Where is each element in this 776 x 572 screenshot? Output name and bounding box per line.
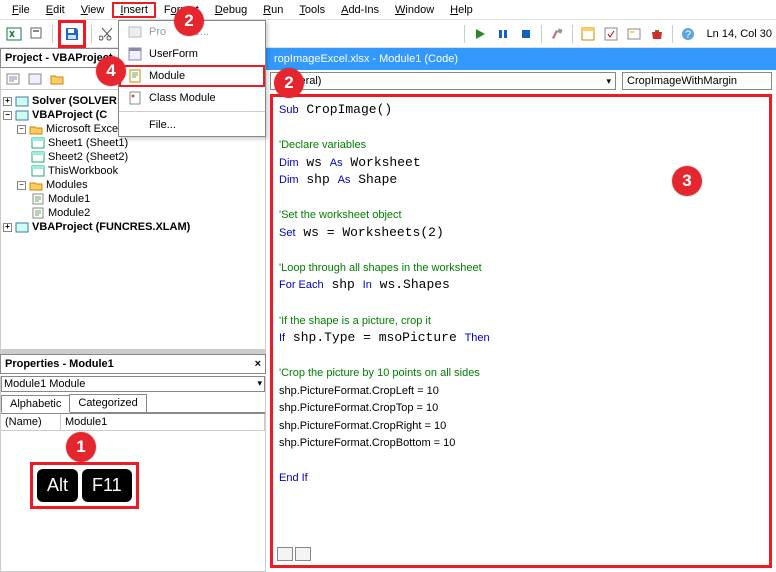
properties-panel: Properties - Module1 × Module1 Module ▾ … [0,350,266,572]
view-obj-icon[interactable] [25,69,45,89]
properties-object-select[interactable]: Module1 Module ▾ [1,376,265,392]
properties-grid: (Name)Module1 [1,413,265,431]
prj-explorer-icon[interactable] [578,24,598,44]
menu-edit[interactable]: Edit [38,2,73,18]
props-icon[interactable] [601,24,621,44]
expand-icon[interactable]: + [3,97,12,106]
tab-categorized[interactable]: Categorized [69,394,146,412]
save-icon[interactable] [62,24,82,44]
code-combo-row: (General)▾ CropImageWithMargin [266,70,776,92]
annotation-badge-3: 3 [672,166,702,196]
code-view-buttons [277,547,311,561]
menu-view[interactable]: View [73,2,113,18]
insert-file[interactable]: File... [119,114,265,136]
reset-icon[interactable] [516,24,536,44]
insert-form-icon[interactable] [27,24,47,44]
annotation-badge-2a: 2 [174,6,204,36]
properties-close-icon[interactable]: × [255,358,261,370]
insert-userform[interactable]: UserForm [119,43,265,65]
prop-name-value[interactable]: Module1 [61,414,265,430]
obj-browser-icon[interactable] [624,24,644,44]
folder-toggle-icon[interactable] [47,69,67,89]
cut-icon[interactable] [97,24,117,44]
insert-classmodule[interactable]: Class Module [119,87,265,109]
save-button-highlight [58,20,86,48]
properties-title: Properties - Module1 [5,358,114,370]
menu-insert[interactable]: Insert [112,2,156,18]
menu-debug[interactable]: Debug [207,2,255,18]
object-select[interactable]: (General)▾ [270,72,616,90]
line-col-indicator: Ln 14, Col 30 [707,28,772,40]
menu-file[interactable]: File [4,2,38,18]
break-icon[interactable] [493,24,513,44]
solver-project[interactable]: Solver (SOLVER [32,95,117,107]
annotation-badge-2b: 2 [274,68,304,98]
code-window-titlebar: ropImageExcel.xlsx - Module1 (Code) [266,48,776,70]
collapse-icon[interactable]: − [3,111,12,120]
menu-help[interactable]: Help [442,2,481,18]
menubar: File Edit View Insert Format Debug Run T… [0,0,776,20]
key-f11: F11 [82,469,132,502]
thisworkbook-node[interactable]: ThisWorkbook [48,165,118,177]
project-panel-title: Project - VBAProject [5,52,113,64]
keyboard-shortcut: Alt F11 [30,462,139,509]
module2-node[interactable]: Module2 [48,207,90,219]
right-column: ropImageExcel.xlsx - Module1 (Code) (Gen… [266,48,776,572]
sheet1-node[interactable]: Sheet1 (Sheet1) [48,137,128,149]
funcres-project[interactable]: VBAProject (FUNCRES.XLAM) [32,221,190,233]
menu-addins[interactable]: Add-Ins [333,2,387,18]
vba-project[interactable]: VBAProject (C [32,109,107,121]
insert-dropdown: Procedure... UserForm Module Class Modul… [118,20,266,137]
excel-icon[interactable] [4,24,24,44]
sheet2-node[interactable]: Sheet2 (Sheet2) [48,151,128,163]
procedure-select[interactable]: CropImageWithMargin [622,72,772,90]
key-alt: Alt [37,469,78,502]
design-icon[interactable] [547,24,567,44]
toolbox-icon[interactable] [647,24,667,44]
menu-run[interactable]: Run [255,2,291,18]
run-icon[interactable] [470,24,490,44]
modules-folder[interactable]: Modules [46,179,88,191]
code-editor-highlight: Sub CropImage() 'Declare variables Dim w… [270,94,772,568]
help-icon[interactable]: ? [678,24,698,44]
insert-module[interactable]: Module [119,65,265,87]
view-code-icon[interactable] [3,69,23,89]
procedure-view-icon[interactable] [277,547,293,561]
menu-window[interactable]: Window [387,2,442,18]
code-editor[interactable]: Sub CropImage() 'Declare variables Dim w… [273,97,769,491]
module1-node[interactable]: Module1 [48,193,90,205]
annotation-badge-1: 1 [66,432,96,462]
svg-text:?: ? [685,29,691,41]
toolbar: ? Ln 14, Col 30 [0,20,776,48]
properties-tabs: Alphabetic Categorized [1,394,265,413]
prop-name-label: (Name) [1,414,61,430]
properties-header: Properties - Module1 × [0,354,266,374]
annotation-badge-4: 4 [96,56,126,86]
full-module-view-icon[interactable] [295,547,311,561]
menu-tools[interactable]: Tools [291,2,333,18]
tab-alphabetic[interactable]: Alphabetic [1,395,70,413]
